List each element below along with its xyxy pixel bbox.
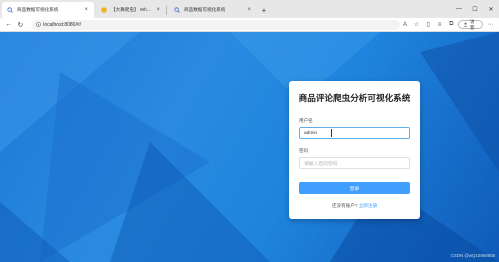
profile-button[interactable]: 访客 [458, 18, 484, 30]
page-title: 商品评论爬虫分析可视化系统 [298, 93, 411, 103]
register-prompt-text: 还没有账户? [331, 203, 358, 208]
close-window-icon[interactable]: ✕ [483, 6, 499, 13]
close-icon[interactable]: × [84, 7, 88, 13]
collections-icon[interactable]: ⧉ [446, 20, 456, 30]
tab-2-title: 【大舞爬虫】 Why nova10（卧） [111, 7, 151, 12]
profile-label: 访客 [470, 18, 475, 30]
tab-1[interactable]: 商品数据可视化系统 × [2, 2, 94, 18]
toolbar-icons: A ☆ ▯ ≡ ⧉ 访客 ⋯ [400, 18, 499, 30]
tab-1-title: 商品数据可视化系统 [17, 7, 59, 12]
username-field[interactable]: admin [299, 127, 410, 139]
page-icon [174, 7, 180, 13]
close-icon[interactable]: × [247, 7, 251, 13]
new-tab-button[interactable]: + [257, 2, 271, 18]
tab-2[interactable]: 【大舞爬虫】 Why nova10（卧） × [96, 2, 166, 18]
tab-strip: 商品数据可视化系统 × 【大舞爬虫】 Why nova10（卧） × 商品数据可… [0, 0, 499, 18]
page-icon [7, 7, 13, 13]
more-menu-icon[interactable]: ⋯ [485, 20, 495, 30]
username-label: 用户名 [299, 118, 313, 123]
info-icon[interactable] [36, 22, 43, 27]
read-aloud-icon[interactable]: A [400, 20, 410, 30]
background-shapes [0, 32, 499, 262]
maximize-icon[interactable]: ☐ [467, 6, 483, 13]
window-controls: — ☐ ✕ [451, 0, 499, 18]
close-icon[interactable]: × [156, 7, 160, 13]
reload-icon[interactable]: ↻ [15, 19, 27, 31]
browser-window: 商品数据可视化系统 × 【大舞爬虫】 Why nova10（卧） × 商品数据可… [0, 0, 499, 262]
tab-separator [166, 6, 167, 15]
avatar-icon [463, 22, 468, 28]
password-label: 密码 [299, 148, 309, 153]
bookmark-icon [101, 7, 107, 13]
split-screen-icon[interactable]: ▯ [423, 20, 433, 30]
password-placeholder: 请输入您的密码 [304, 161, 338, 167]
login-card: 商品评论爬虫分析可视化系统 用户名 admin 密码 请输入您的密码 登录 还没… [289, 81, 420, 219]
back-icon[interactable]: ← [3, 19, 15, 31]
password-field[interactable]: 请输入您的密码 [299, 157, 410, 169]
login-button[interactable]: 登录 [299, 182, 410, 194]
url-text: localhost:8080/#/ [43, 21, 82, 28]
register-prompt: 还没有账户? 立即注册 [289, 203, 420, 209]
favorites-list-icon[interactable]: ≡ [435, 20, 445, 30]
username-value: admin [304, 130, 318, 136]
browser-toolbar: ← ↻ localhost:8080/#/ A ☆ ▯ ≡ ⧉ 访客 ⋯ [0, 18, 499, 32]
favorite-icon[interactable]: ☆ [412, 20, 422, 30]
register-link[interactable]: 立即注册 [359, 203, 377, 208]
minimize-icon[interactable]: — [451, 6, 467, 12]
tab-3-title: 商品数据可视化系统 [184, 7, 226, 12]
watermark: CSDN @wQ15988808 [450, 253, 495, 258]
text-cursor [331, 129, 332, 137]
page-viewport: 商品评论爬虫分析可视化系统 用户名 admin 密码 请输入您的密码 登录 还没… [0, 32, 499, 262]
tab-3[interactable]: 商品数据可视化系统 × [169, 2, 257, 18]
address-bar[interactable]: localhost:8080/#/ [32, 19, 401, 30]
